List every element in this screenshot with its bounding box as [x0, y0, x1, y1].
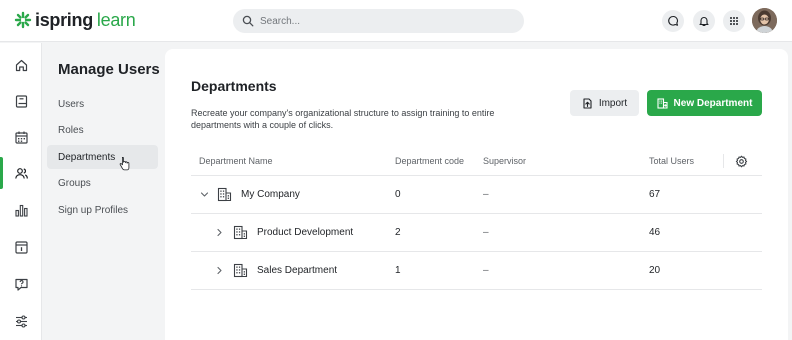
import-button-label: Import [598, 97, 628, 109]
table-row[interactable]: Product Development 2 – 46 [191, 214, 762, 252]
import-button[interactable]: Import [570, 90, 639, 116]
icon-sidebar [0, 43, 42, 340]
sliders-icon [15, 314, 27, 328]
user-avatar[interactable] [752, 8, 777, 33]
rail-users[interactable] [0, 155, 42, 191]
departments-panel: Departments Recreate your company's orga… [165, 49, 788, 340]
users-icon [14, 167, 28, 179]
logo-icon [14, 11, 32, 29]
book-icon [15, 94, 27, 108]
department-total-users: 20 [649, 265, 661, 276]
rail-calendar[interactable] [0, 119, 42, 155]
bell-icon [699, 17, 709, 27]
import-file-icon [583, 97, 592, 109]
department-name[interactable]: Sales Department [257, 265, 337, 276]
department-name[interactable]: My Company [241, 189, 300, 200]
submenu-item-users[interactable]: Users [47, 92, 158, 116]
rail-reports[interactable] [0, 192, 42, 228]
department-code: 1 [395, 265, 401, 276]
department-supervisor: – [483, 227, 489, 238]
submenu-item-groups[interactable]: Groups [47, 171, 158, 195]
grid-icon [730, 17, 738, 25]
avatar-photo [752, 8, 777, 33]
new-department-button-label: New Department [673, 97, 753, 109]
info-card-icon [14, 240, 28, 254]
column-header-code[interactable]: Department code [395, 156, 464, 166]
header-divider [723, 154, 724, 168]
search-bar[interactable] [233, 9, 524, 33]
submenu-title: Manage Users [58, 61, 160, 78]
table-row[interactable]: My Company 0 – 67 [191, 176, 762, 214]
table-row[interactable]: Sales Department 1 – 20 [191, 252, 762, 290]
building-icon [233, 225, 248, 240]
top-bar: ispring learn [0, 0, 792, 42]
department-supervisor: – [483, 265, 489, 276]
rail-home[interactable] [0, 47, 42, 83]
department-code: 0 [395, 189, 401, 200]
page-description: Recreate your company's organizational s… [191, 108, 495, 130]
home-icon [15, 59, 27, 71]
question-chat-icon [14, 278, 28, 291]
logo-text-ispring: ispring [35, 9, 93, 30]
chat-button[interactable] [662, 10, 684, 32]
submenu-item-departments[interactable]: Departments [47, 145, 158, 171]
department-code: 2 [395, 227, 401, 238]
column-header-supervisor[interactable]: Supervisor [483, 156, 526, 166]
apps-button[interactable] [723, 10, 745, 32]
search-icon [242, 15, 254, 27]
departments-table: Department Name Department code Supervis… [191, 147, 762, 290]
ispring-learn-logo[interactable]: ispring learn [14, 9, 136, 31]
chevron-right-icon[interactable] [215, 266, 224, 275]
submenu-item-departments-label: Departments [58, 151, 116, 163]
department-total-users: 67 [649, 189, 661, 200]
rail-content[interactable] [0, 83, 42, 119]
notifications-button[interactable] [693, 10, 715, 32]
hand-cursor-icon [119, 157, 130, 171]
building-add-icon [656, 97, 668, 109]
rail-help[interactable] [0, 266, 42, 302]
submenu-item-signup-profiles[interactable]: Sign up Profiles [47, 198, 158, 222]
column-header-total-users[interactable]: Total Users [649, 156, 694, 166]
calendar-icon [14, 131, 28, 144]
submenu-item-roles[interactable]: Roles [47, 118, 158, 142]
table-header: Department Name Department code Supervis… [191, 147, 762, 176]
department-total-users: 46 [649, 227, 661, 238]
manage-users-menu: Manage Users Users Roles Departments Gro… [43, 43, 165, 340]
page-title: Departments [191, 78, 277, 94]
logo-text-learn: learn [96, 9, 136, 30]
department-supervisor: – [483, 189, 489, 200]
building-icon [217, 187, 232, 202]
department-name[interactable]: Product Development [257, 227, 353, 238]
gear-icon[interactable] [735, 155, 748, 168]
chat-bubble-icon [668, 15, 679, 26]
rail-info[interactable] [0, 229, 42, 265]
building-icon [233, 263, 248, 278]
chevron-down-icon[interactable] [200, 190, 209, 199]
new-department-button[interactable]: New Department [647, 90, 762, 116]
bar-chart-icon [14, 204, 28, 217]
rail-settings[interactable] [0, 303, 42, 339]
column-header-name[interactable]: Department Name [199, 156, 273, 166]
chevron-right-icon[interactable] [215, 228, 224, 237]
search-input[interactable] [260, 15, 500, 27]
